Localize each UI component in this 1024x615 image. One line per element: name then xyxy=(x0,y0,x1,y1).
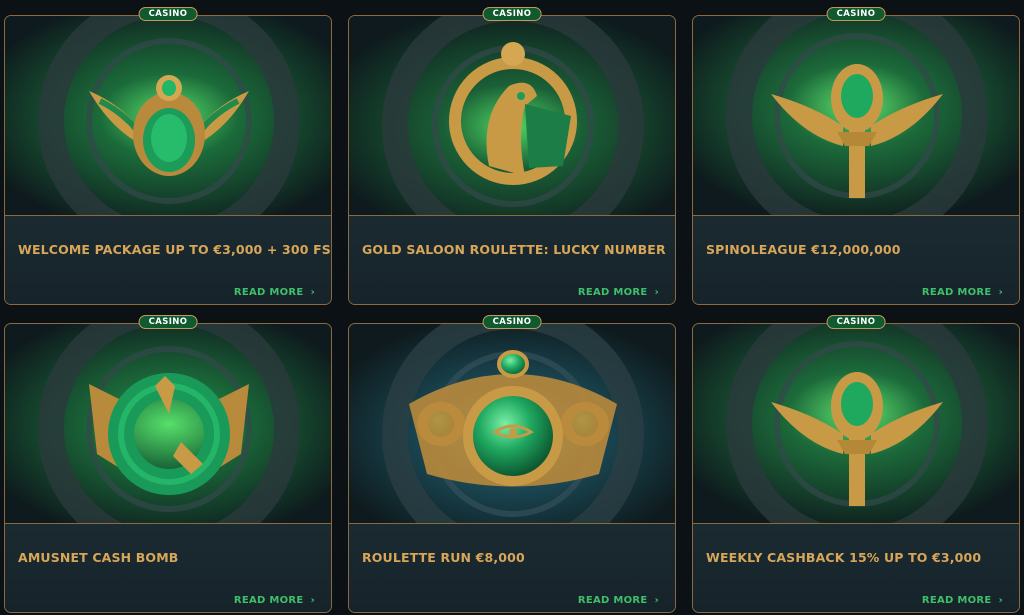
promo-card[interactable]: CASINO GOLD SALOON ROULETTE: LUCKY NUMBE… xyxy=(348,7,676,305)
casino-badge: CASINO xyxy=(482,315,542,329)
promo-image[interactable] xyxy=(349,324,675,524)
promo-card[interactable]: CASINO AMUSNET CASH BOMB READ MORE › xyxy=(4,315,332,613)
casino-badge: CASINO xyxy=(138,7,198,21)
promo-image[interactable] xyxy=(349,16,675,216)
promo-image[interactable] xyxy=(5,16,331,216)
promo-card[interactable]: CASINO xyxy=(4,7,332,305)
promo-title: SPINOLEAGUE €12,000,000 xyxy=(706,242,901,257)
read-more-label: READ MORE xyxy=(921,595,992,606)
promo-title: AMUSNET CASH BOMB xyxy=(18,550,179,565)
read-more-link[interactable]: READ MORE › xyxy=(234,595,315,606)
chevron-right-icon: › xyxy=(654,595,659,606)
promo-image[interactable] xyxy=(5,324,331,524)
casino-badge: CASINO xyxy=(138,315,198,329)
read-more-link[interactable]: READ MORE › xyxy=(578,287,659,298)
casino-badge: CASINO xyxy=(826,315,886,329)
read-more-label: READ MORE xyxy=(233,287,304,298)
read-more-link[interactable]: READ MORE › xyxy=(234,287,315,298)
promo-title: ROULETTE RUN €8,000 xyxy=(362,550,525,565)
promo-card[interactable]: CASINO xyxy=(348,315,676,613)
promo-info: SPINOLEAGUE €12,000,000 READ MORE › xyxy=(693,216,1019,304)
promo-info: WELCOME PACKAGE UP TO €3,000 + 300 FS RE… xyxy=(5,216,331,304)
promo-title: WEEKLY CASHBACK 15% UP TO €3,000 xyxy=(706,550,982,565)
read-more-label: READ MORE xyxy=(921,287,992,298)
chevron-right-icon: › xyxy=(998,595,1003,606)
chevron-right-icon: › xyxy=(654,287,659,298)
promotions-grid: CASINO WELCOME PACKAGE UP TO €3,000 + 30… xyxy=(0,0,1024,615)
read-more-link[interactable]: READ MORE › xyxy=(578,595,659,606)
read-more-link[interactable]: READ MORE › xyxy=(922,287,1003,298)
promo-info: ROULETTE RUN €8,000 READ MORE › xyxy=(349,524,675,612)
casino-badge: CASINO xyxy=(826,7,886,21)
read-more-label: READ MORE xyxy=(577,595,648,606)
read-more-label: READ MORE xyxy=(577,287,648,298)
promo-title: GOLD SALOON ROULETTE: LUCKY NUMBER xyxy=(362,242,666,257)
promo-info: GOLD SALOON ROULETTE: LUCKY NUMBER READ … xyxy=(349,216,675,304)
read-more-label: READ MORE xyxy=(233,595,304,606)
promo-image[interactable] xyxy=(693,16,1019,216)
promo-title: WELCOME PACKAGE UP TO €3,000 + 300 FS xyxy=(18,242,331,257)
chevron-right-icon: › xyxy=(310,595,315,606)
chevron-right-icon: › xyxy=(998,287,1003,298)
promo-info: WEEKLY CASHBACK 15% UP TO €3,000 READ MO… xyxy=(693,524,1019,612)
promo-image[interactable] xyxy=(693,324,1019,524)
promo-info: AMUSNET CASH BOMB READ MORE › xyxy=(5,524,331,612)
chevron-right-icon: › xyxy=(310,287,315,298)
promo-card[interactable]: CASINO SPINOLEAGUE €12,000,000 READ MORE… xyxy=(692,7,1020,305)
promo-card[interactable]: CASINO WEEKLY CASHBACK 15% UP TO €3,000 … xyxy=(692,315,1020,613)
read-more-link[interactable]: READ MORE › xyxy=(922,595,1003,606)
casino-badge: CASINO xyxy=(482,7,542,21)
